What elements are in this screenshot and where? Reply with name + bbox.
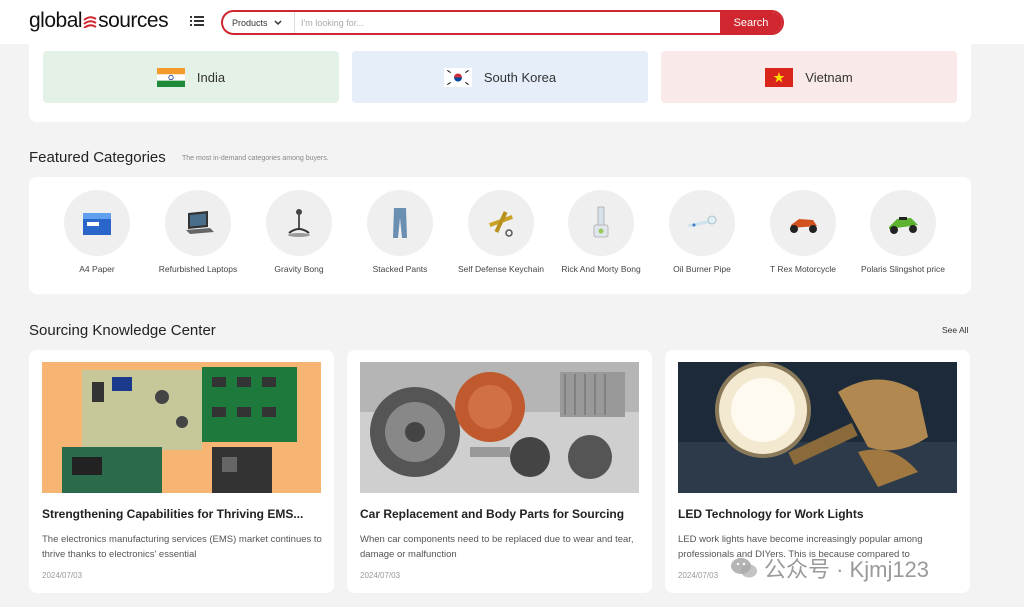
category-thumb [770, 190, 836, 256]
article-title: Strengthening Capabilities for Thriving … [42, 507, 304, 521]
article-date: 2024/07/03 [42, 571, 83, 580]
article-image [360, 362, 639, 493]
category-rick-and-morty-bong[interactable]: Rick And Morty Bong [551, 190, 651, 274]
category-t-rex-motorcycle[interactable]: T Rex Motorcycle [753, 190, 853, 274]
knowledge-center-title: Sourcing Knowledge Center [29, 322, 216, 339]
article-card-car-parts[interactable]: Car Replacement and Body Parts for Sourc… [347, 350, 652, 593]
category-thumb [568, 190, 634, 256]
category-label: T Rex Motorcycle [770, 264, 836, 274]
country-card-india[interactable]: India [43, 51, 339, 103]
india-flag-icon [156, 67, 185, 87]
pipe-icon [688, 215, 717, 228]
category-thumb [669, 190, 735, 256]
laptop-icon [186, 211, 214, 234]
article-title: LED Technology for Work Lights [678, 507, 864, 521]
featured-categories-panel: A4 Paper Refurbished Laptops Gravity Bon… [29, 177, 971, 294]
category-self-defense-keychain[interactable]: Self Defense Keychain [451, 190, 551, 274]
menu-icon[interactable] [190, 15, 204, 27]
category-label: Rick And Morty Bong [561, 264, 641, 274]
category-thumb [266, 190, 332, 256]
search-bar: Products Search [221, 10, 784, 35]
country-card-south-korea[interactable]: South Korea [352, 51, 648, 103]
car-parts-image [360, 362, 639, 493]
category-gravity-bong[interactable]: Gravity Bong [249, 190, 349, 274]
featured-categories-title: Featured Categories [29, 149, 166, 166]
country-card-vietnam[interactable]: Vietnam [661, 51, 957, 103]
category-label: Refurbished Laptops [158, 264, 238, 274]
article-description: When car components need to be replaced … [360, 534, 634, 560]
watermark-text: 公众号 · Kjmj123 [764, 557, 930, 582]
category-label: Oil Burner Pipe [673, 264, 731, 274]
see-all-link[interactable]: See All [942, 325, 968, 335]
motorcycle-icon [790, 219, 817, 233]
category-oil-burner-pipe[interactable]: Oil Burner Pipe [652, 190, 752, 274]
keychain-icon [489, 211, 513, 237]
search-input[interactable] [295, 12, 720, 33]
country-name: India [196, 69, 226, 85]
category-label: Polaris Slingshot price [860, 264, 946, 274]
category-thumb [870, 190, 936, 256]
article-date: 2024/07/03 [360, 571, 401, 580]
category-polaris-slingshot-price[interactable]: Polaris Slingshot price [853, 190, 953, 274]
category-thumb [64, 190, 130, 256]
category-refurbished-laptops[interactable]: Refurbished Laptops [148, 190, 248, 274]
article-description: The electronics manufacturing services (… [42, 534, 322, 560]
pants-icon [393, 208, 407, 238]
gravity-bong-icon [288, 209, 310, 237]
country-name: South Korea [483, 69, 557, 85]
article-image [678, 362, 957, 493]
bong-icon [593, 206, 609, 238]
vietnam-flag-icon [765, 67, 794, 87]
wechat-icon [731, 558, 757, 578]
article-image [42, 362, 321, 493]
chevron-down-icon [274, 19, 282, 25]
logo-mark-icon [83, 16, 97, 28]
featured-categories-subtitle: The most in-demand categories among buye… [182, 155, 329, 162]
category-label: Stacked Pants [372, 264, 428, 274]
search-category-select[interactable]: Products [223, 12, 295, 33]
category-label: A4 Paper [79, 264, 115, 274]
article-date: 2024/07/03 [678, 571, 719, 580]
logo-text-right: sources [98, 9, 169, 32]
category-stacked-pants[interactable]: Stacked Pants [350, 190, 450, 274]
slingshot-icon [889, 217, 918, 234]
category-a4-paper[interactable]: A4 Paper [47, 190, 147, 274]
logo-text-left: global [29, 9, 83, 32]
country-panel: India South Korea Vietnam [29, 44, 971, 122]
watermark: 公众号 · Kjmj123 [730, 552, 929, 584]
article-title: Car Replacement and Body Parts for Sourc… [360, 507, 625, 521]
search-button[interactable]: Search [720, 12, 782, 33]
a4-paper-icon [83, 213, 111, 235]
top-header: global sources Products Search [0, 0, 1024, 44]
search-category-label: Products [232, 17, 268, 28]
led-work-light-image [678, 362, 957, 493]
country-name: Vietnam [805, 69, 853, 85]
category-label: Gravity Bong [274, 264, 324, 274]
article-card-ems[interactable]: Strengthening Capabilities for Thriving … [29, 350, 334, 593]
category-thumb [468, 190, 534, 256]
category-thumb [165, 190, 231, 256]
south-korea-flag-icon [443, 67, 472, 87]
circuit-board-image [42, 362, 321, 493]
category-label: Self Defense Keychain [458, 264, 544, 274]
global-sources-logo[interactable]: global sources [29, 9, 169, 33]
category-thumb [367, 190, 433, 256]
